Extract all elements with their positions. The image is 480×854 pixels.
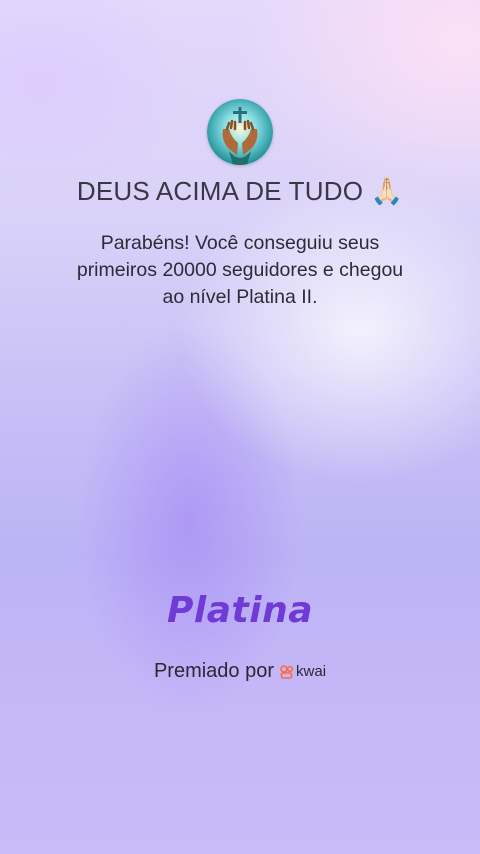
- kwai-logo-icon: [280, 664, 294, 679]
- praying-hands-emoji: 🙏🏻: [370, 176, 404, 206]
- achievement-message: Parabéns! Você conseguiu seus primeiros …: [76, 232, 404, 308]
- kwai-brand-text: kwai: [296, 663, 327, 680]
- level-badge-title: Platina: [167, 590, 313, 631]
- kwai-brand: kwai: [280, 663, 326, 680]
- profile-name-text: DEUS ACIMA DE TUDO: [76, 176, 364, 206]
- profile-avatar: [207, 99, 273, 165]
- profile-name: DEUS ACIMA DE TUDO 🙏🏻: [0, 176, 480, 207]
- praying-hands-cross-icon: [207, 99, 273, 165]
- awarded-by-label: Premiado por: [153, 660, 275, 682]
- awarded-by: Premiado por kwai: [0, 660, 480, 683]
